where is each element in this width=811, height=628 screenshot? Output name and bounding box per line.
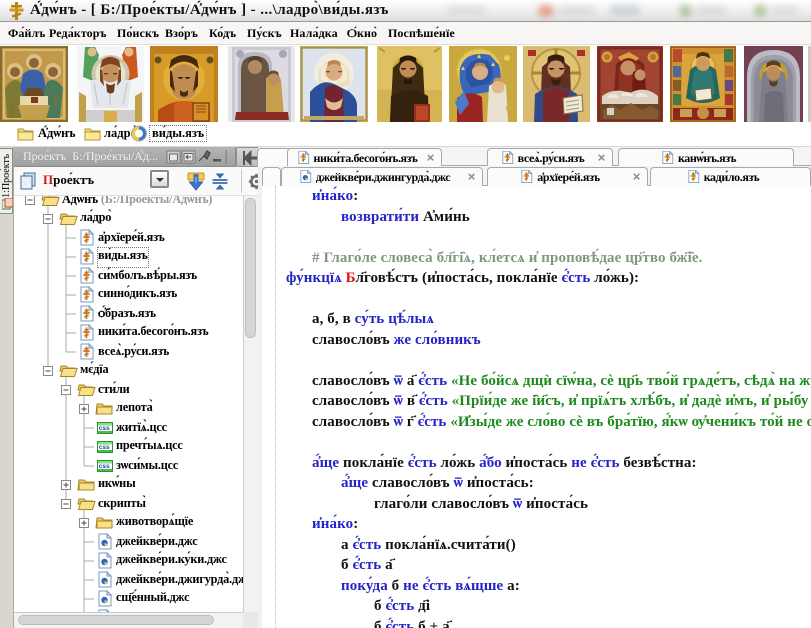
svg-text:css: css: [99, 444, 110, 451]
svg-text:css: css: [99, 425, 110, 432]
svg-text:css: css: [99, 463, 110, 470]
